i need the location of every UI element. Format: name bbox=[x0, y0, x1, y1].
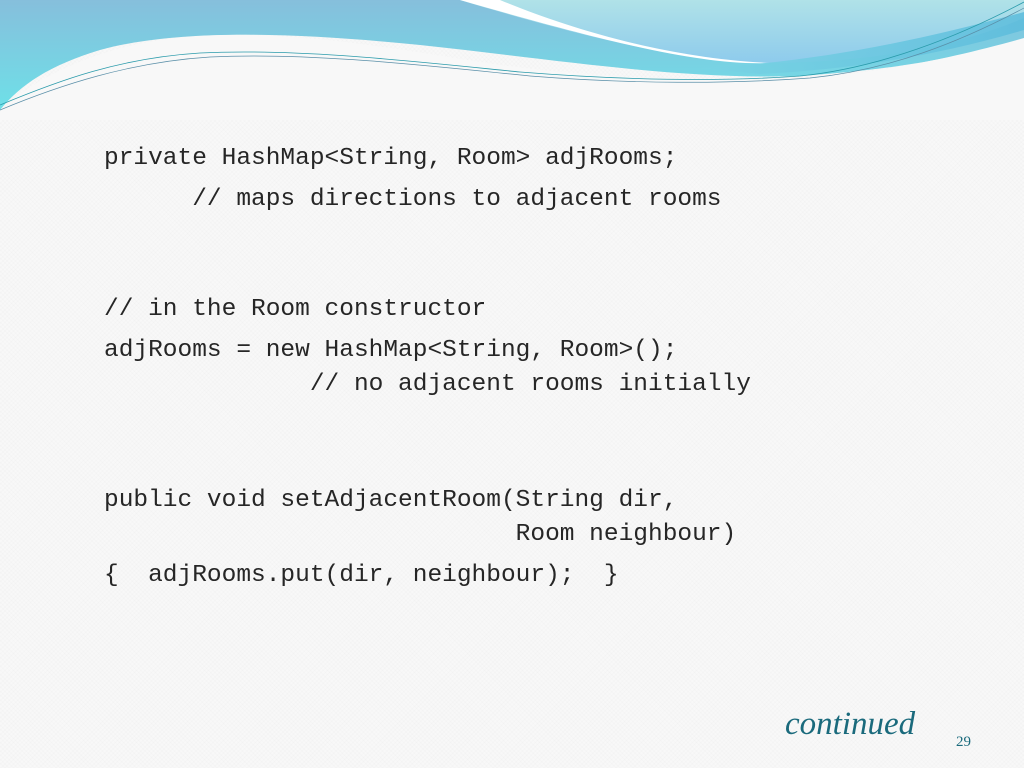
code-line: Room neighbour) bbox=[104, 521, 737, 548]
code-line: private HashMap<String, Room> adjRooms; bbox=[104, 145, 678, 172]
code-line: adjRooms = new HashMap<String, Room>(); bbox=[104, 337, 678, 364]
code-comment: // maps directions to adjacent rooms bbox=[104, 186, 722, 213]
code-line: { adjRooms.put(dir, neighbour); } bbox=[104, 562, 619, 589]
code-line: public void setAdjacentRoom(String dir, bbox=[104, 487, 678, 514]
code-comment: // in the Room constructor bbox=[104, 296, 487, 323]
page-number: 29 bbox=[956, 734, 971, 750]
header-wave-decoration bbox=[0, 0, 1024, 120]
code-comment: // no adjacent rooms initially bbox=[104, 371, 751, 398]
continued-label: continued bbox=[785, 706, 916, 742]
